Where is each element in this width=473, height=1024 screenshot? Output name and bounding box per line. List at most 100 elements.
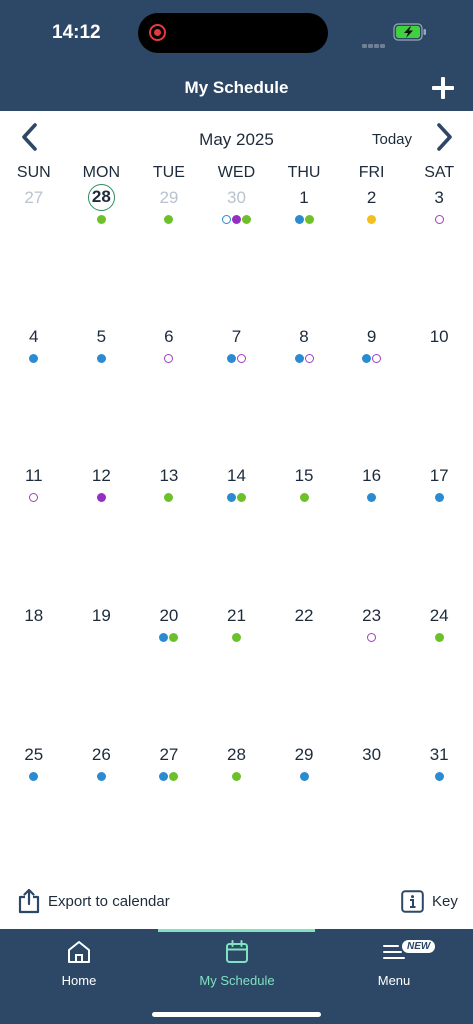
- home-icon: [68, 941, 90, 963]
- day-number: 13: [159, 466, 179, 486]
- calendar-day[interactable]: 6: [135, 325, 203, 464]
- key-button[interactable]: Key: [401, 887, 458, 915]
- event-indicators: [68, 633, 136, 643]
- calendar-day[interactable]: 29: [135, 186, 203, 325]
- event-indicators: [203, 632, 271, 643]
- calendar-day[interactable]: 29: [270, 743, 338, 882]
- calendar-day[interactable]: 25: [0, 743, 68, 882]
- tab-menu[interactable]: NEW Menu: [315, 939, 473, 988]
- status-time: 14:12: [52, 22, 101, 43]
- day-number: 25: [24, 744, 44, 764]
- calendar-day[interactable]: 12: [68, 464, 136, 603]
- calendar-day[interactable]: 28: [203, 743, 271, 882]
- day-number: 20: [159, 605, 179, 625]
- tab-my-schedule[interactable]: My Schedule: [158, 939, 316, 988]
- day-number: 26: [91, 744, 111, 764]
- calendar-day[interactable]: 9: [338, 325, 406, 464]
- event-dot-green: [169, 632, 179, 642]
- calendar-day[interactable]: 3: [405, 186, 473, 325]
- weekday-header: SUN MON TUE WED THU FRI SAT: [0, 164, 473, 186]
- calendar-day[interactable]: 7: [203, 325, 271, 464]
- calendar-day[interactable]: 14: [203, 464, 271, 603]
- calendar-week-row: 27 28 29 30 1 2 3: [0, 184, 473, 325]
- export-to-calendar-button[interactable]: Export to calendar: [18, 886, 170, 916]
- event-indicators: [338, 772, 406, 782]
- day-number: 12: [91, 466, 111, 486]
- event-indicators: [0, 215, 68, 225]
- event-indicators: [0, 493, 68, 503]
- add-event-button[interactable]: [430, 75, 456, 101]
- event-indicators: [405, 771, 473, 782]
- event-dot-green: [164, 215, 174, 224]
- battery-charging-icon: [393, 23, 426, 41]
- calendar-day[interactable]: 4: [0, 325, 68, 464]
- day-number: 22: [294, 605, 314, 625]
- event-dot-blue: [96, 771, 106, 781]
- calendar-day[interactable]: 8: [270, 325, 338, 464]
- calendar-day[interactable]: 30: [203, 186, 271, 325]
- event-dot-green: [231, 771, 241, 781]
- event-indicators: [68, 493, 136, 503]
- calendar-day[interactable]: 31: [405, 743, 473, 882]
- calendar-day[interactable]: 21: [203, 604, 271, 743]
- event-dot-blue: [299, 771, 309, 781]
- calendar-day[interactable]: 5: [68, 325, 136, 464]
- event-dot-ring-purple: [164, 354, 174, 364]
- event-indicators: [270, 354, 338, 364]
- info-icon: [401, 889, 424, 913]
- event-dot-blue: [434, 493, 444, 503]
- event-dot-blue: [29, 354, 39, 364]
- event-indicators: [135, 632, 203, 643]
- weekday-label: TUE: [152, 164, 185, 181]
- calendar-day[interactable]: 20: [135, 604, 203, 743]
- calendar-day[interactable]: 26: [68, 743, 136, 882]
- calendar-day[interactable]: 24: [405, 604, 473, 743]
- calendar-day[interactable]: 13: [135, 464, 203, 603]
- calendar-day[interactable]: 18: [0, 604, 68, 743]
- share-icon: [18, 888, 40, 914]
- calendar-day[interactable]: 16: [338, 464, 406, 603]
- event-dot-blue: [29, 771, 39, 781]
- weekday-label: THU: [287, 164, 321, 181]
- day-number: 30: [227, 188, 246, 207]
- active-tab-indicator: [158, 929, 315, 932]
- calendar-day[interactable]: 2: [338, 186, 406, 325]
- calendar-day[interactable]: 15: [270, 464, 338, 603]
- calendar-day[interactable]: 27: [0, 186, 68, 325]
- calendar-day[interactable]: 23: [338, 604, 406, 743]
- calendar-icon: [226, 940, 248, 963]
- calendar-day[interactable]: 19: [68, 604, 136, 743]
- calendar-day[interactable]: 30: [338, 743, 406, 882]
- tab-menu-label: Menu: [377, 973, 411, 988]
- tab-my-schedule-label: My Schedule: [199, 973, 275, 988]
- calendar-day[interactable]: 17: [405, 464, 473, 603]
- event-indicators: [203, 215, 271, 225]
- day-number: 18: [24, 605, 44, 625]
- event-dot-green: [231, 632, 241, 642]
- calendar-day[interactable]: 11: [0, 464, 68, 603]
- day-number: 8: [299, 327, 309, 347]
- event-dot-ring-purple: [372, 354, 382, 364]
- next-month-button[interactable]: [430, 122, 458, 152]
- event-indicators: [68, 215, 136, 225]
- previous-month-button[interactable]: [16, 122, 44, 152]
- event-indicators: [338, 354, 406, 364]
- day-number: 2: [366, 188, 377, 207]
- calendar-day[interactable]: 1: [270, 186, 338, 325]
- calendar-day[interactable]: 22: [270, 604, 338, 743]
- event-indicators: [405, 632, 473, 643]
- event-indicators: [68, 771, 136, 782]
- calendar-day[interactable]: 10: [405, 325, 473, 464]
- event-dot-ring-purple: [236, 354, 246, 364]
- event-dot-green: [304, 215, 314, 224]
- calendar-day-today[interactable]: 28: [68, 184, 136, 325]
- today-button[interactable]: Today: [372, 131, 412, 148]
- event-dot-blue: [159, 771, 169, 781]
- calendar-day[interactable]: 27: [135, 743, 203, 882]
- dynamic-island: [138, 13, 328, 53]
- event-dot-ring-purple: [29, 493, 39, 503]
- event-indicators: [68, 354, 136, 364]
- event-dot-purple: [231, 215, 241, 224]
- calendar-week-row: 25 26 27 28 29 30 31: [0, 743, 473, 882]
- tab-home[interactable]: Home: [0, 939, 158, 988]
